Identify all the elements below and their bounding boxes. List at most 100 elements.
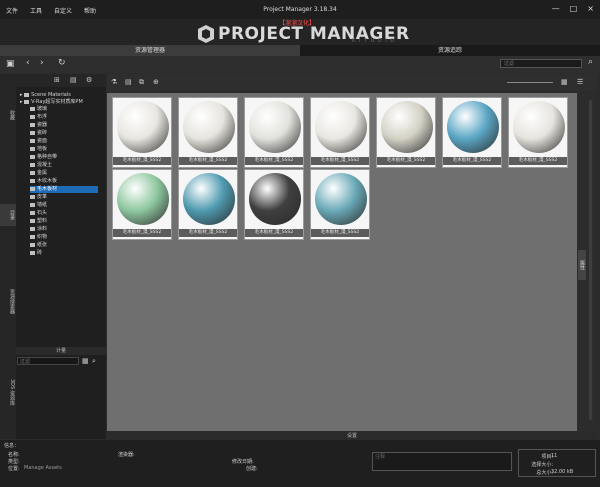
maximize-icon[interactable]: □ (570, 4, 578, 13)
tree-item-label: 瓷砖 (37, 130, 48, 136)
material-thumbnail[interactable]: 毛木板材_漫_SSS2 (310, 97, 370, 168)
tree-root-item[interactable]: ▸ Scene Materials (20, 92, 71, 99)
material-thumbnail[interactable]: 毛木板材_漫_SSS2 (376, 97, 436, 168)
tree-item[interactable]: 砖 (30, 250, 42, 257)
sidebar-toggle-icon[interactable]: ▣ (6, 60, 15, 69)
filter-options-icon[interactable]: ▦ (82, 357, 89, 366)
asset-tools-icon[interactable]: ⚗ (111, 78, 117, 87)
tab-properties[interactable]: 属性 (578, 250, 586, 280)
back-icon[interactable]: ‹ (26, 59, 30, 68)
tree-item[interactable]: 玻璃 (30, 106, 47, 113)
tree-item[interactable]: 瓷面 (30, 138, 47, 145)
folder-icon (30, 194, 35, 199)
folder-tools-icon[interactable]: ▤ (125, 78, 132, 87)
thumbnail-size-slider[interactable] (507, 82, 553, 83)
tree-item-label: 金属 (37, 170, 48, 176)
refresh-icon[interactable]: ↻ (58, 59, 66, 68)
tree-item[interactable]: 石头 (30, 210, 47, 217)
comment-field[interactable]: 注释 (372, 452, 512, 471)
tree-item-label: 涂料 (37, 226, 48, 232)
info-header: 信息： (4, 443, 20, 449)
material-sphere-preview (315, 173, 367, 225)
left-tab-strip: 收藏 目录 资源搜索器 3DS 资源库 (0, 74, 16, 439)
material-thumbnail[interactable]: 毛木板材_漫_SSS2 (310, 169, 370, 240)
new-folder-icon[interactable]: ⊞ (54, 76, 60, 85)
asset-gallery: 毛木板材_漫_SSS2 毛木板材_漫_SSS2 毛木板材_漫_SSS2 毛木板材_漫_… (107, 93, 577, 431)
tree-item[interactable]: 毛木板材 (30, 186, 98, 193)
tree-item[interactable]: 皮革 (30, 194, 47, 201)
scrollbar[interactable] (589, 100, 592, 420)
logo-mark-icon (198, 25, 214, 43)
material-thumbnail[interactable]: 毛木板材_漫_SSS2 (178, 169, 238, 240)
filter-input[interactable]: 过滤 (17, 357, 79, 365)
tree-item-label: V-Ray超写实材质库PM (31, 99, 83, 105)
folder-icon (30, 242, 35, 247)
material-thumbnail[interactable]: 毛木板材_漫_SSS2 (112, 97, 172, 168)
tree-item[interactable]: 涂料 (30, 226, 47, 233)
material-thumbnail[interactable]: 毛木板材_漫_SSS2 (178, 97, 238, 168)
grid-view-icon[interactable]: ▦ (561, 78, 568, 87)
folder-icon (30, 154, 35, 159)
info-location-value: Manage Assets (24, 465, 62, 471)
tree-item-label: 石头 (37, 210, 48, 216)
tree-item-label: 墙纸 (37, 202, 48, 208)
tree-item[interactable]: 瓷砖 (30, 130, 47, 137)
tree-item-label: 砖 (37, 250, 43, 256)
settings-icon[interactable]: ⚙ (86, 76, 92, 85)
tree-root-item[interactable]: ▸ V-Ray超写实材质库PM (20, 99, 83, 106)
tree-item[interactable]: 金属 (30, 170, 47, 177)
minimize-icon[interactable]: — (552, 4, 560, 13)
folder-icon (30, 250, 35, 255)
material-caption: 毛木板材_漫_SSS2 (245, 229, 303, 237)
material-thumbnail[interactable]: 毛木板材_漫_SSS2 (244, 97, 304, 168)
search-icon[interactable]: ⌕ (588, 58, 593, 67)
tree-item-label: 毛木板材 (37, 186, 58, 192)
tree-item[interactable]: 纸张 (30, 242, 47, 249)
info-renderer-label: 渲染器: (118, 452, 135, 458)
material-caption: 毛木板材_漫_SSS2 (311, 229, 369, 237)
material-sphere-preview (183, 173, 235, 225)
tree-item[interactable]: 木纹木板 (30, 178, 57, 185)
close-icon[interactable]: × (587, 4, 594, 13)
folder-icon (30, 114, 35, 119)
folder-icon (30, 218, 35, 223)
forward-icon[interactable]: › (40, 59, 44, 68)
material-caption: 毛木板材_漫_SSS2 (377, 157, 435, 165)
material-caption: 毛木板材_漫_SSS2 (113, 229, 171, 237)
tree-icon[interactable]: ⊕ (153, 78, 159, 87)
filter-search-icon[interactable]: ⌕ (92, 357, 96, 366)
tree-item[interactable]: 墙纸 (30, 202, 47, 209)
tab-asset-tracking[interactable]: 资源追踪 (300, 45, 600, 56)
tree-item-label: 皮革 (37, 194, 48, 200)
material-thumbnail[interactable]: 毛木板材_漫_SSS2 (244, 169, 304, 240)
tree-item[interactable]: 格种自带 (30, 154, 57, 161)
tree-item-label: 混凝土 (37, 162, 53, 168)
tree-item[interactable]: 瓷器 (30, 122, 47, 129)
tree-item-label: 木纹木板 (37, 178, 58, 184)
tree-item[interactable]: 织物 (30, 234, 47, 241)
sort-icon[interactable]: ☰ (577, 78, 583, 87)
folder-icon (30, 234, 35, 239)
tab-asset-searcher[interactable]: 资源搜索器 (0, 289, 16, 314)
copy-icon[interactable]: ⧉ (139, 78, 144, 87)
folder-icon (30, 122, 35, 127)
window-title: Project Manager 3.18.34 (263, 6, 337, 13)
material-thumbnail[interactable]: 毛木板材_漫_SSS2 (442, 97, 502, 168)
folder-icon (30, 210, 35, 215)
folder-icon (30, 178, 35, 183)
material-thumbnail[interactable]: 毛木板材_漫_SSS2 (508, 97, 568, 168)
window-controls: — □ × (552, 4, 594, 13)
material-thumbnail[interactable]: 毛木板材_漫_SSS2 (112, 169, 172, 240)
tree-item[interactable]: 地板 (30, 146, 47, 153)
material-sphere-preview (447, 101, 499, 153)
search-input[interactable]: 过滤 (500, 59, 582, 68)
tab-favorites[interactable]: 收藏 (0, 110, 16, 120)
tree-item[interactable]: 布浮 (30, 114, 47, 121)
tab-3ds-library[interactable]: 3DS 资源库 (0, 379, 16, 406)
list-icon[interactable]: ▤ (70, 76, 77, 85)
tree-item[interactable]: 混凝土 (30, 162, 52, 169)
tree-item[interactable]: 塑料 (30, 218, 47, 225)
folder-icon (24, 99, 30, 104)
tab-directory[interactable]: 目录 (0, 204, 16, 226)
tab-asset-browser[interactable]: 资源管理器 (0, 45, 300, 56)
